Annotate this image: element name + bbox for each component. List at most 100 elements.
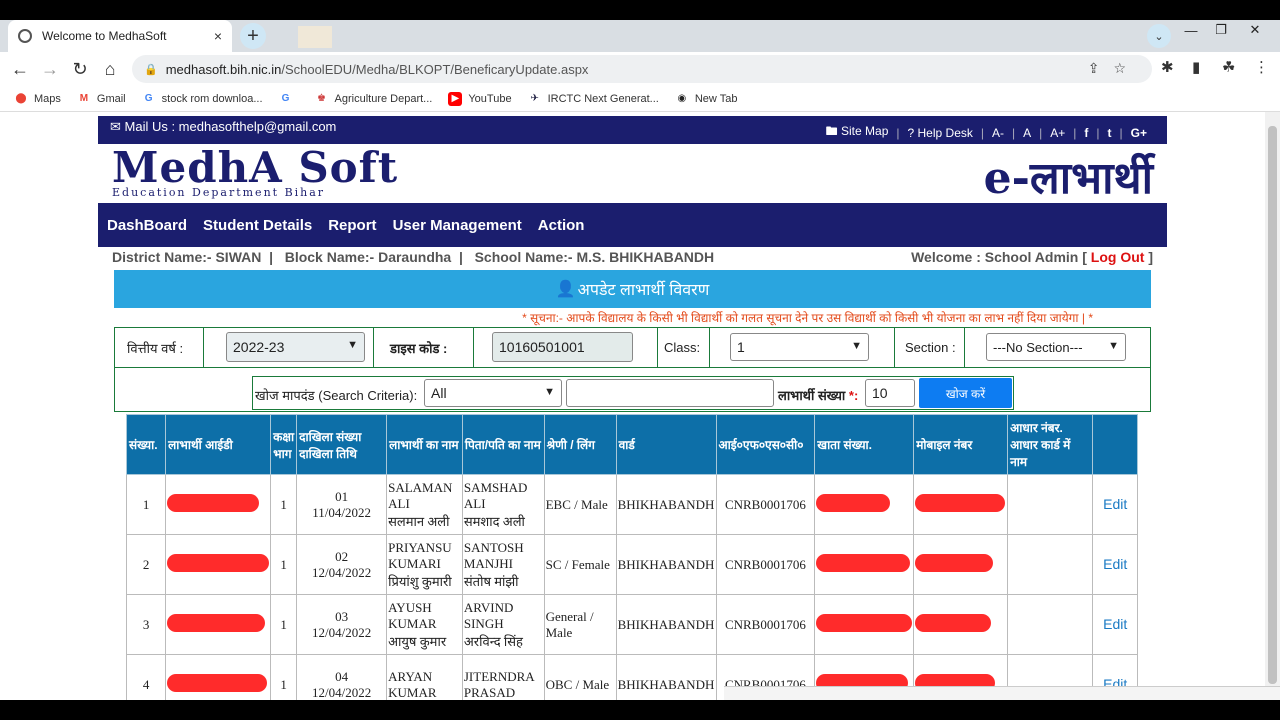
chevron-down-icon: ▼	[347, 339, 358, 351]
bookmark-agriculture[interactable]: ♚ Agriculture Depart...	[315, 92, 432, 106]
restore-icon[interactable]: ❐	[1206, 20, 1236, 40]
fy-select[interactable]: 2022-23 ▼	[226, 332, 365, 362]
help-desk-link[interactable]: ? Help Desk	[908, 126, 973, 140]
ward-cell: BHIKHABANDH	[615, 594, 717, 655]
nav-user-management[interactable]: User Management	[393, 217, 522, 234]
separator: |	[1096, 125, 1100, 140]
beneficiary-id-cell	[165, 474, 272, 535]
nav-dashboard[interactable]: DashBoard	[107, 217, 187, 234]
redacted-account	[816, 493, 891, 512]
help-desk-label: Help Desk	[917, 125, 973, 140]
aadhaar-cell	[1007, 474, 1094, 535]
bookmark-maps[interactable]: ⬤ Maps	[14, 92, 61, 106]
back-icon[interactable]: ←	[8, 57, 32, 81]
bookmark-new-tab[interactable]: ◉ New Tab	[675, 92, 737, 106]
profile-icon[interactable]: ☘	[1222, 58, 1235, 76]
account-cell	[814, 594, 915, 655]
column-header: लाभार्थी का नाम	[386, 414, 463, 475]
panel-heading: 👤 अपडेट लाभार्थी विवरण	[114, 270, 1151, 308]
bookmark-stock-rom[interactable]: Gstock rom downloa...	[142, 92, 263, 106]
site-map-link[interactable]: 🖿 Site Map	[826, 122, 889, 143]
tab-thumbnail[interactable]	[298, 26, 332, 48]
address-bar[interactable]: 🔒 medhasoft.bih.nic.in /SchoolEDU/Medha/…	[132, 55, 1152, 83]
dise-input[interactable]: 10160501001	[492, 332, 633, 362]
separator: |	[1012, 125, 1016, 140]
google-plus-icon[interactable]: G+	[1131, 126, 1147, 140]
bookmark-google[interactable]: G	[279, 92, 299, 106]
count-input[interactable]: 10	[865, 379, 915, 407]
redacted-mobile	[915, 553, 994, 572]
father-name-hindi: अरविन्द सिंह	[463, 633, 523, 649]
sidepanel-icon[interactable]: ▮	[1192, 58, 1200, 76]
mail-us-link[interactable]: ✉ Mail Us : medhasofthelp@gmail.com	[110, 119, 336, 135]
bookmark-gmail[interactable]: M Gmail	[77, 92, 126, 106]
student-name-hindi: आयुष कुमार	[388, 633, 447, 649]
medhasoft-logo[interactable]: MedhA Soft Education Department Bihar	[112, 147, 398, 200]
forward-icon[interactable]: →	[38, 57, 62, 81]
column-header: संख्या.	[125, 414, 167, 475]
bookmark-youtube[interactable]: ▶ YouTube	[448, 91, 512, 106]
download-popup[interactable]	[724, 686, 1280, 700]
close-tab-icon[interactable]: ×	[214, 28, 222, 44]
edit-link[interactable]: Edit	[1103, 616, 1127, 632]
reload-icon[interactable]: ↻	[68, 57, 92, 81]
ward-cell: BHIKHABANDH	[615, 534, 717, 595]
admission-date: 11/04/2022	[312, 504, 371, 520]
nav-report[interactable]: Report	[328, 217, 376, 234]
section-select[interactable]: ---No Section--- ▼	[986, 333, 1126, 361]
info-bar: District Name:- SIWAN | Block Name:- Dar…	[98, 249, 1167, 269]
font-increase-button[interactable]: A+	[1050, 126, 1065, 140]
youtube-icon: ▶	[448, 91, 463, 106]
search-button[interactable]: खोज करें	[919, 378, 1012, 408]
minimize-icon[interactable]: —	[1176, 20, 1206, 40]
student-name-hindi: प्रियांशु कुमारी	[388, 573, 452, 589]
beneficiary-table: संख्या. लाभार्थी आईडी कक्षा भाग दाखिला संख्…	[125, 414, 1138, 715]
share-bookmark-icons[interactable]: ⇪☆	[1088, 60, 1140, 77]
class-select[interactable]: 1 ▼	[730, 333, 869, 361]
close-window-icon[interactable]: ✕	[1240, 20, 1270, 40]
section-label: Section :	[895, 328, 965, 367]
font-normal-button[interactable]: A	[1023, 126, 1031, 140]
scrollbar[interactable]	[1265, 112, 1280, 700]
home-icon[interactable]: ⌂	[98, 57, 122, 81]
criteria-select[interactable]: All ▼	[424, 379, 562, 407]
tab-strip: Welcome to MedhaSoft × + ⌄ — ❐ ✕	[0, 20, 1280, 52]
new-tab-button[interactable]: +	[240, 23, 266, 49]
search-text-input[interactable]	[566, 379, 774, 407]
os-top-bar	[0, 0, 1280, 20]
scroll-thumb[interactable]	[1268, 126, 1277, 684]
chevron-down-icon: ▼	[851, 340, 862, 352]
serial-cell: 3	[125, 594, 167, 655]
logout-link[interactable]: Log Out	[1091, 249, 1145, 265]
edit-link[interactable]: Edit	[1103, 556, 1127, 572]
extensions-icon[interactable]: ✱	[1161, 58, 1174, 76]
mobile-cell	[913, 474, 1009, 535]
globe-icon	[18, 29, 32, 43]
top-links: 🖿 Site Map | ? Help Desk | A- | A | A+ |…	[826, 122, 1147, 143]
nav-student-details[interactable]: Student Details	[203, 217, 312, 234]
edit-link[interactable]: Edit	[1103, 496, 1127, 512]
font-decrease-button[interactable]: A-	[992, 126, 1004, 140]
table-row: 2 1 02 12/04/2022 PRIYANSU KUMARI प्रियांशु क…	[125, 534, 1138, 595]
menu-icon[interactable]: ⋮	[1254, 58, 1269, 76]
nav-action[interactable]: Action	[538, 217, 585, 234]
class-cell: 1	[270, 474, 298, 535]
fy-value: 2022-23	[233, 339, 285, 355]
bookmark-irctc[interactable]: ✈ IRCTC Next Generat...	[528, 92, 658, 106]
lock-icon: 🔒	[144, 63, 158, 76]
tab-search-icon[interactable]: ⌄	[1147, 24, 1171, 48]
bookmark-label: YouTube	[468, 92, 512, 105]
facebook-icon[interactable]: f	[1084, 126, 1088, 140]
tab-medhasoft[interactable]: Welcome to MedhaSoft ×	[8, 20, 232, 52]
welcome-info: Welcome : School Admin [ Log Out ]	[911, 249, 1153, 265]
father-name-hindi: समशाद अली	[463, 513, 525, 529]
twitter-icon[interactable]: t	[1108, 126, 1112, 140]
column-header: लाभार्थी आईडी	[165, 414, 272, 475]
serial-cell: 2	[125, 534, 167, 595]
section-cell: ---No Section--- ▼	[965, 328, 1150, 367]
admission-date: 12/04/2022	[312, 564, 372, 580]
criteria-label: खोज मापदंड (Search Criteria):	[255, 388, 418, 403]
class-cell: 1	[270, 534, 298, 595]
mobile-cell	[913, 594, 1009, 655]
aadhaar-cell	[1007, 534, 1094, 595]
